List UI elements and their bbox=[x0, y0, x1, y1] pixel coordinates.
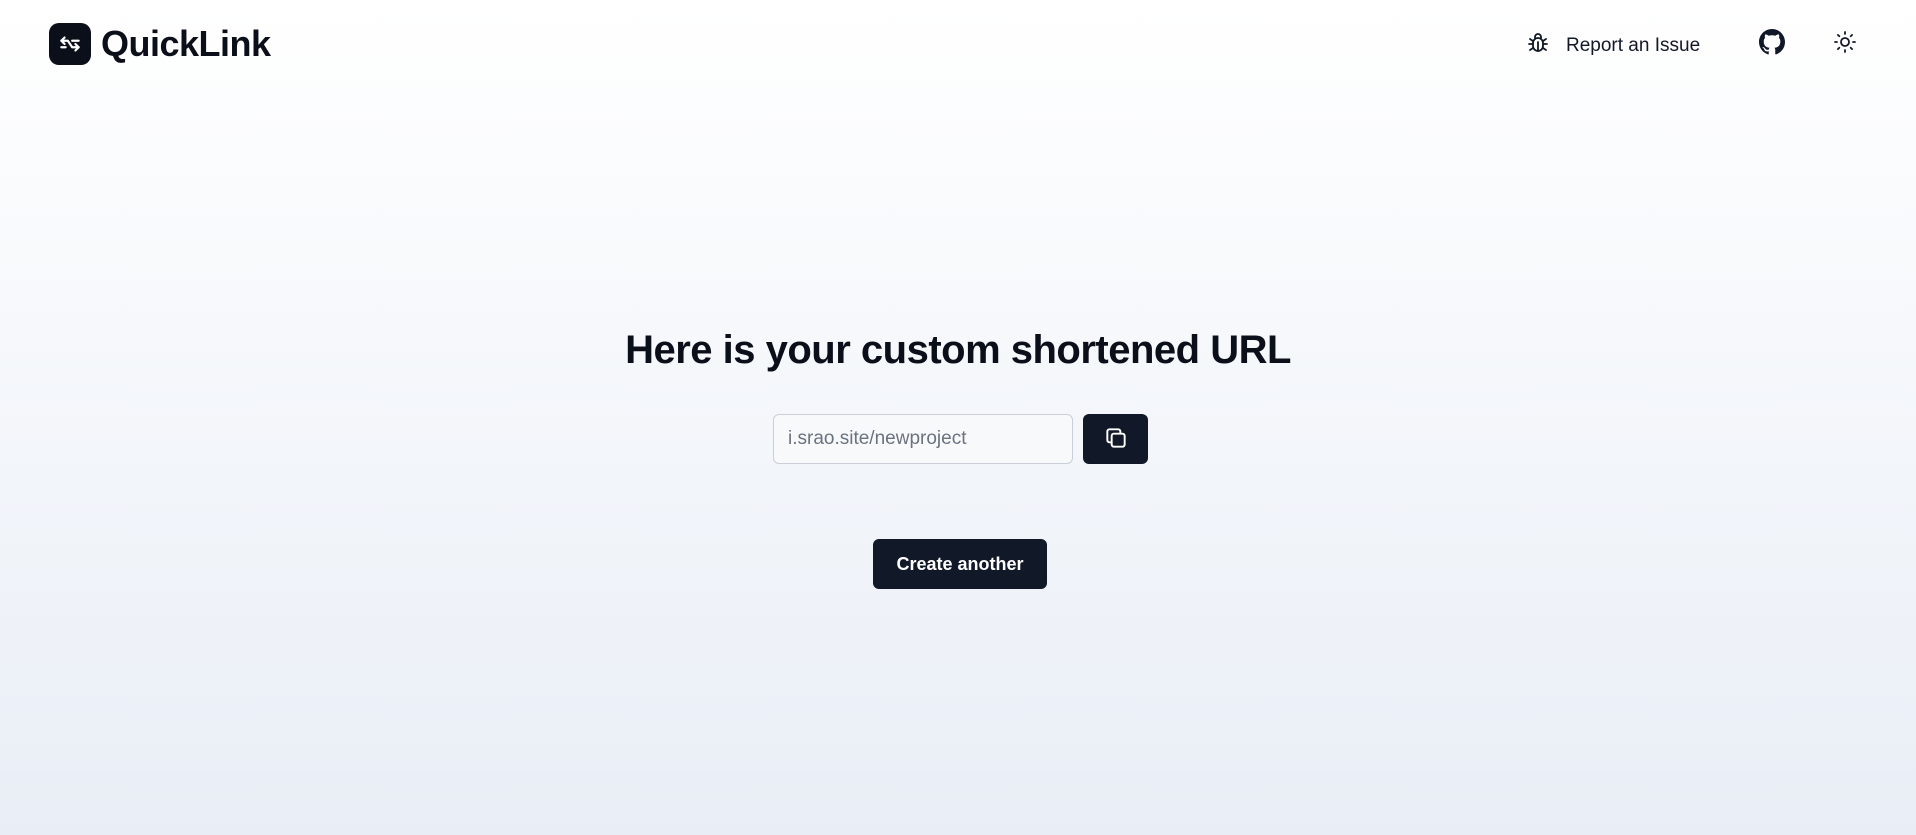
copy-icon bbox=[1103, 425, 1129, 454]
short-url-field[interactable] bbox=[773, 414, 1073, 464]
main-content: Here is your custom shortened URL Create… bbox=[0, 0, 1916, 835]
page-title: Here is your custom shortened URL bbox=[625, 328, 1291, 372]
copy-button[interactable] bbox=[1083, 414, 1148, 464]
create-another-button[interactable]: Create another bbox=[873, 539, 1047, 589]
short-url-row bbox=[773, 414, 1148, 464]
